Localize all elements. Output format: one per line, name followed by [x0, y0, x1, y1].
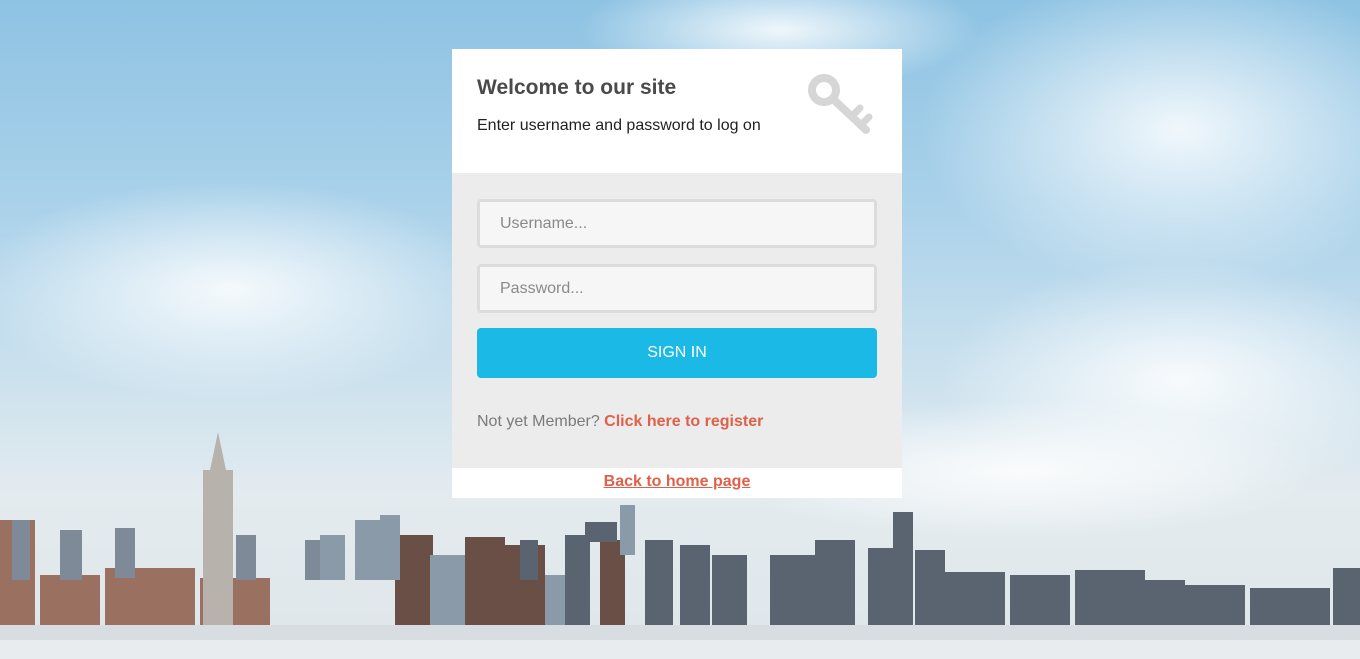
login-subtitle: Enter username and password to log on — [477, 117, 761, 134]
sign-in-button[interactable]: SIGN IN — [477, 328, 877, 378]
register-prompt-line: Not yet Member? Click here to register — [477, 413, 763, 431]
login-form: SIGN IN Not yet Member? Click here to re… — [452, 173, 902, 468]
login-title: Welcome to our site — [477, 76, 677, 99]
register-prompt-text: Not yet Member? — [477, 413, 600, 430]
register-link[interactable]: Click here to register — [604, 413, 763, 430]
password-input[interactable] — [477, 264, 877, 313]
login-header: Welcome to our site Enter username and p… — [452, 49, 902, 173]
back-to-home-link[interactable]: Back to home page — [604, 473, 751, 491]
login-card: Welcome to our site Enter username and p… — [452, 49, 902, 498]
login-footer: Back to home page — [452, 468, 902, 498]
username-input[interactable] — [477, 199, 877, 248]
key-icon — [808, 74, 873, 134]
